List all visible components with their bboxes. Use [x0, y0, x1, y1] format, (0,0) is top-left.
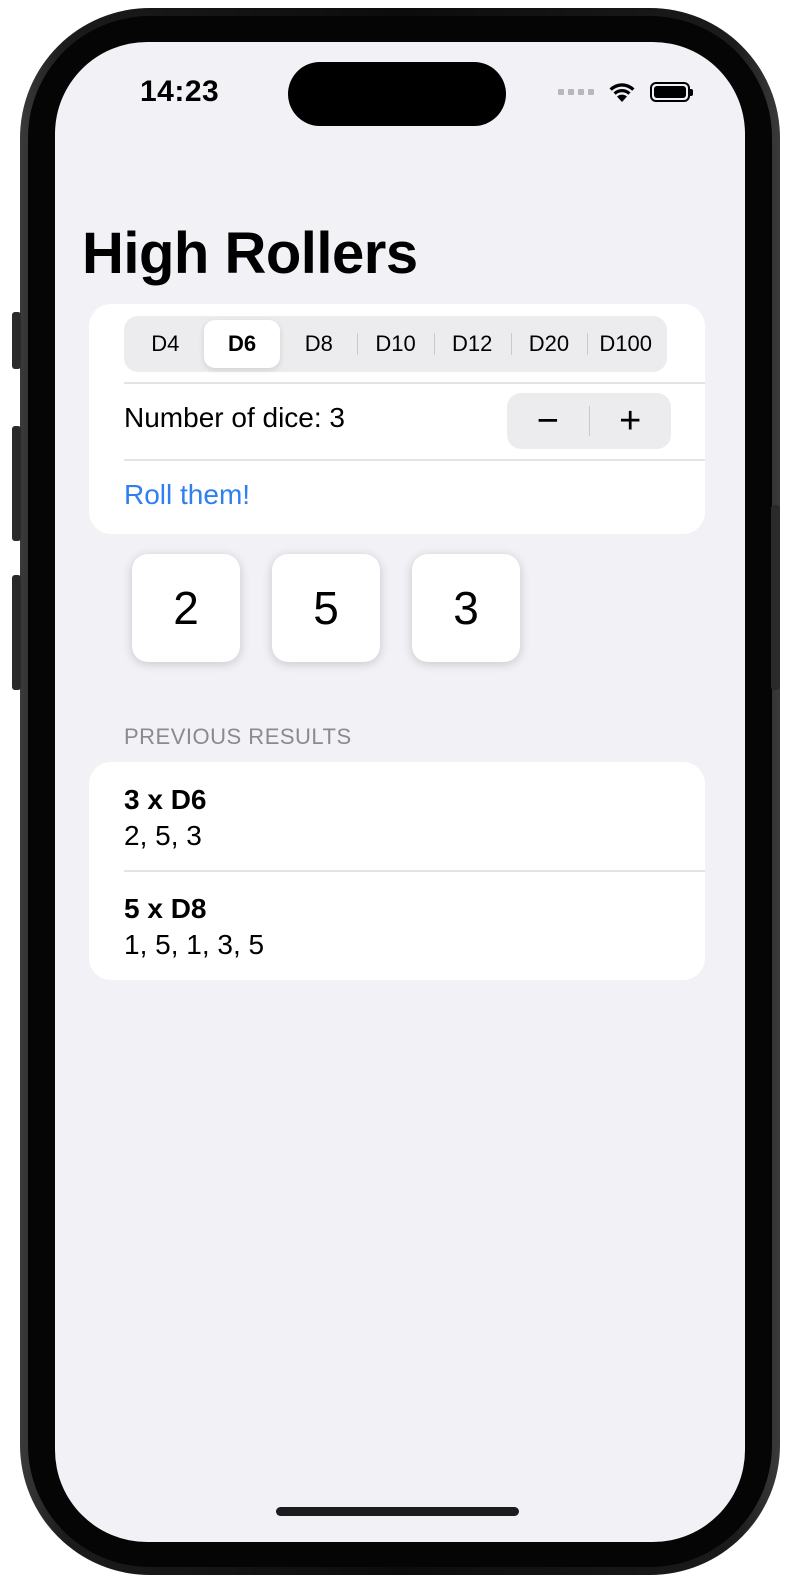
roll-button[interactable]: Roll them!	[124, 479, 250, 511]
previous-results-header: PREVIOUS RESULTS	[124, 724, 352, 749]
die-result: 5	[272, 554, 380, 662]
settings-card: D4 D6 D8 D10 D12 D20 D100 Number of dice…	[89, 304, 705, 534]
result-row[interactable]: 5 x D8 1, 5, 1, 3, 5	[124, 891, 264, 963]
result-title: 3 x D6	[124, 784, 207, 815]
die-result: 3	[412, 554, 520, 662]
dice-count-stepper[interactable]: − +	[507, 393, 671, 449]
current-roll: 2 5 3	[132, 554, 520, 662]
segment-d4[interactable]: D4	[127, 320, 204, 368]
segment-d12[interactable]: D12	[433, 320, 511, 368]
result-values: 2, 5, 3	[124, 820, 202, 851]
previous-results-list: 3 x D6 2, 5, 3 5 x D8 1, 5, 1, 3, 5	[89, 762, 705, 980]
page-title: High Rollers	[82, 221, 418, 286]
divider	[124, 459, 705, 461]
result-values: 1, 5, 1, 3, 5	[124, 929, 265, 960]
action-button	[12, 312, 21, 369]
decrement-button[interactable]: −	[507, 393, 589, 449]
result-title: 5 x D8	[124, 893, 207, 924]
power-button	[771, 505, 780, 690]
dynamic-island	[288, 62, 506, 126]
volume-up-button	[12, 426, 21, 541]
segment-d6[interactable]: D6	[203, 320, 281, 368]
home-indicator[interactable]	[276, 1507, 519, 1516]
increment-button[interactable]: +	[590, 393, 672, 449]
result-row[interactable]: 3 x D6 2, 5, 3	[124, 782, 207, 854]
die-result: 2	[132, 554, 240, 662]
screen: 14:23 High Rollers D4 D6 D8 D10 D12 D20 …	[55, 42, 745, 1542]
dice-count-label: Number of dice: 3	[124, 402, 345, 433]
status-icons	[558, 80, 693, 104]
segment-d20[interactable]: D20	[510, 320, 588, 368]
segment-d100[interactable]: D100	[587, 320, 664, 368]
volume-down-button	[12, 575, 21, 690]
divider	[124, 382, 705, 384]
divider	[124, 870, 705, 872]
segment-d8[interactable]: D8	[280, 320, 357, 368]
status-time: 14:23	[140, 75, 220, 108]
segment-d10[interactable]: D10	[357, 320, 434, 368]
battery-icon	[650, 82, 693, 102]
wifi-icon	[609, 83, 635, 102]
signal-dots-icon	[558, 89, 594, 95]
dice-type-picker[interactable]: D4 D6 D8 D10 D12 D20 D100	[124, 316, 667, 372]
